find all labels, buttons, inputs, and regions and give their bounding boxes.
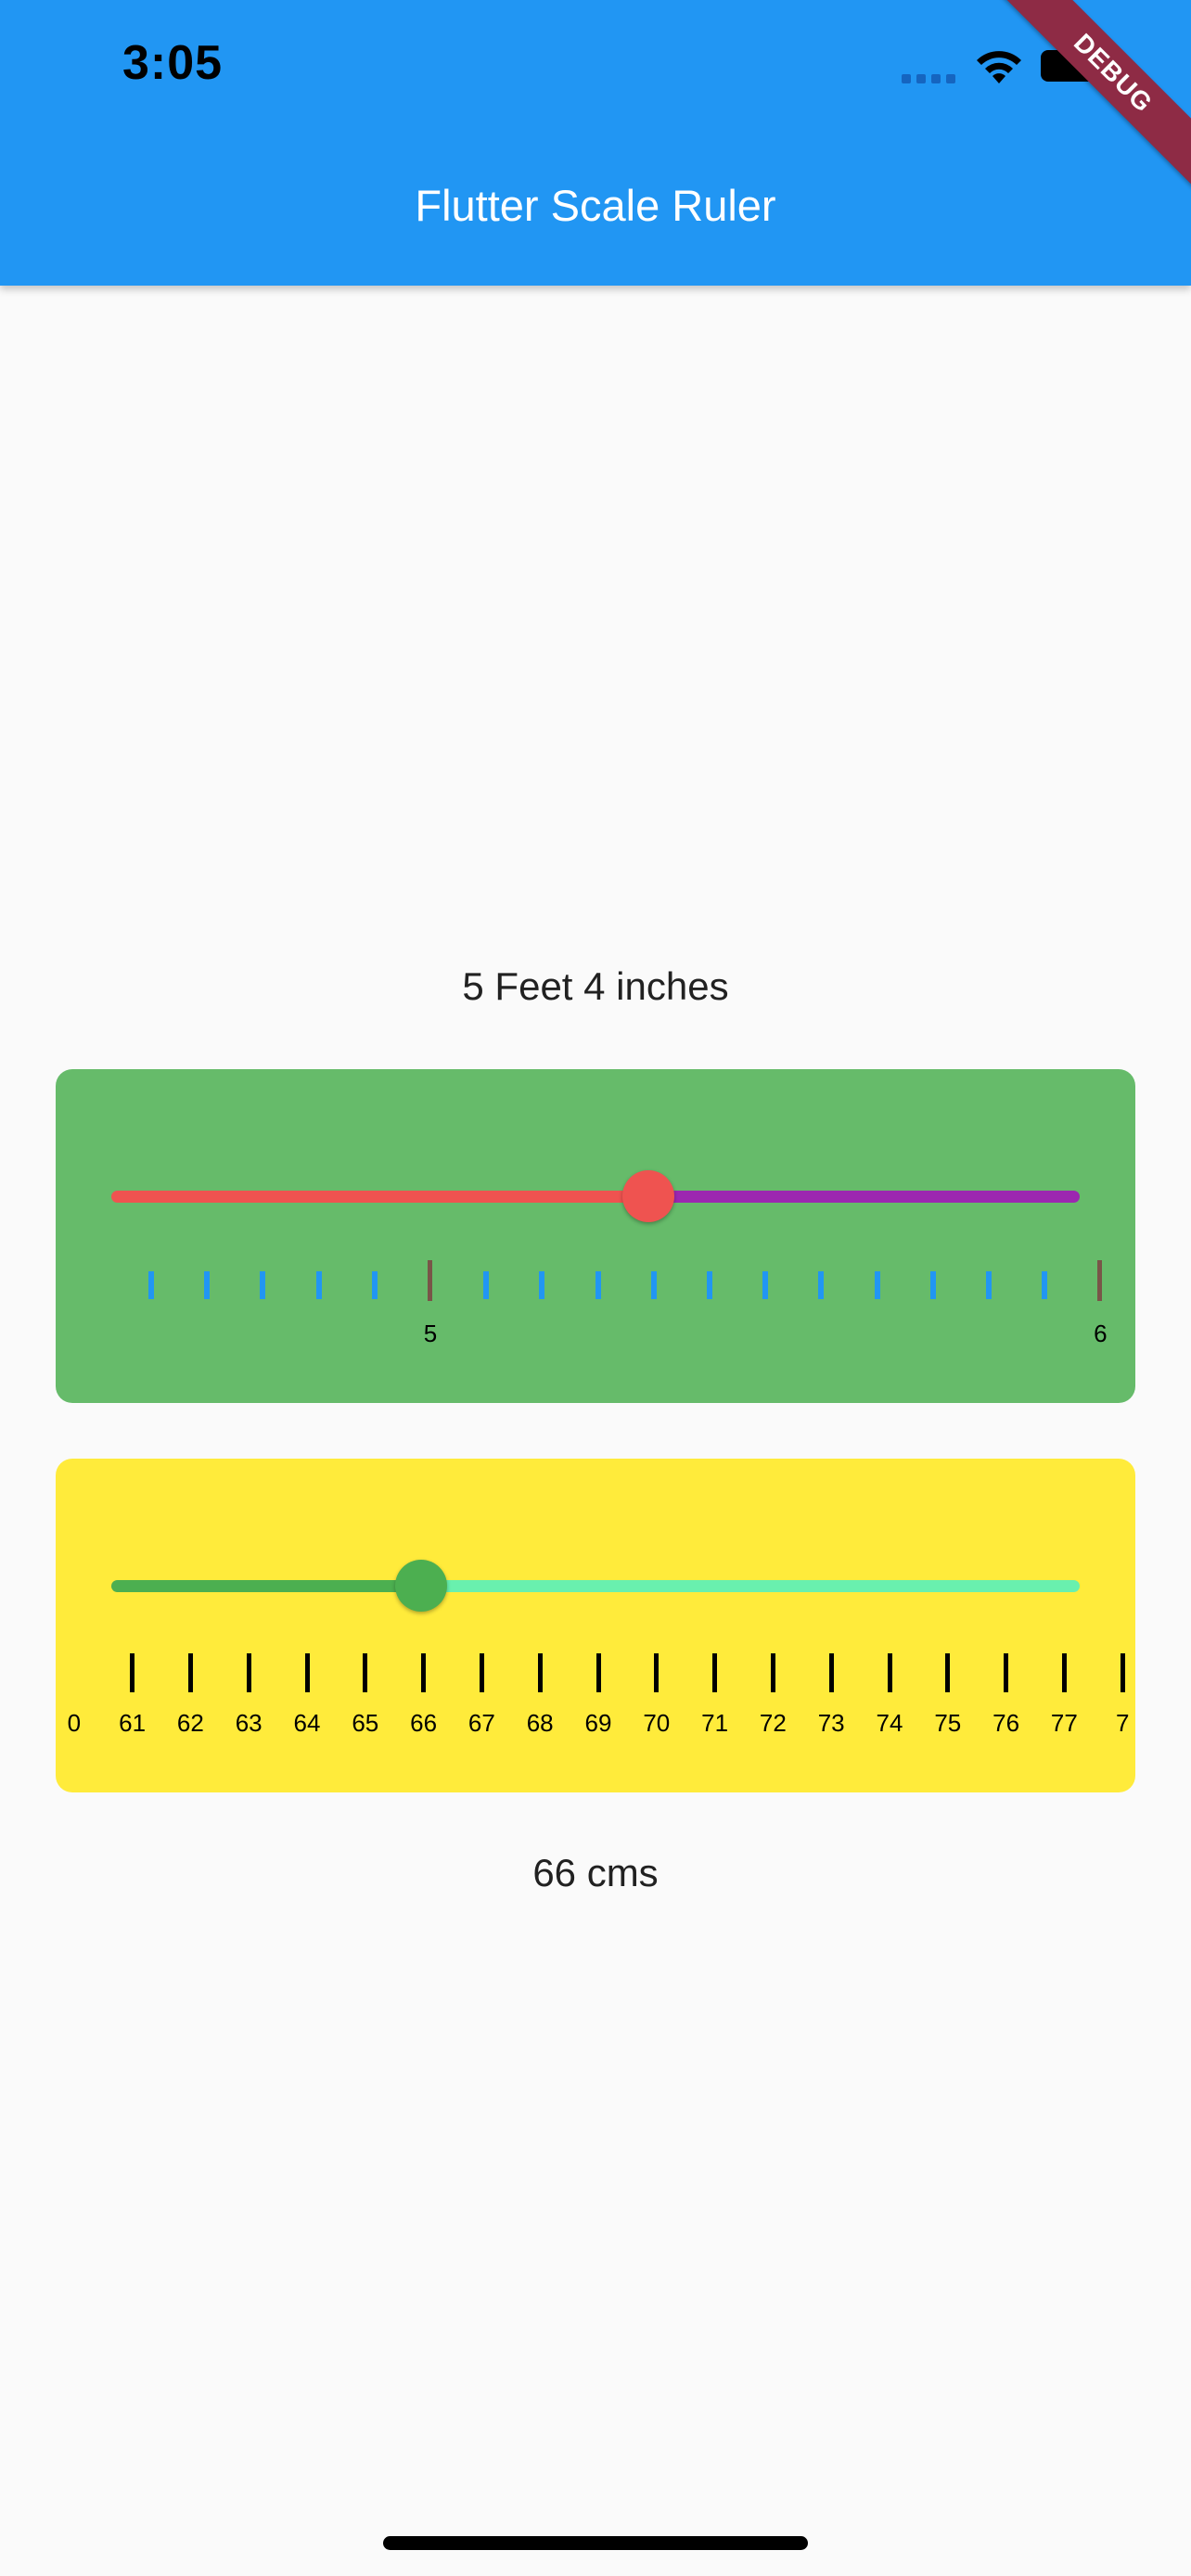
cellular-signal-icon — [902, 74, 957, 83]
ruler-tick-label: 71 — [701, 1709, 729, 1737]
ruler-minor-tick — [539, 1271, 545, 1299]
ruler-tick — [479, 1653, 484, 1692]
ruler-minor-tick — [1042, 1271, 1048, 1299]
ruler-tick — [246, 1653, 251, 1692]
debug-banner: DEBUG — [985, 0, 1191, 201]
ruler-tick-label: 66 — [410, 1709, 438, 1737]
ruler-tick-label: 76 — [992, 1709, 1020, 1737]
ruler-minor-tick — [204, 1271, 211, 1299]
ruler-tick-label: 77 — [1050, 1709, 1078, 1737]
ruler-tick — [887, 1653, 892, 1692]
ruler-tick — [828, 1653, 834, 1692]
cm-slider-thumb[interactable] — [395, 1560, 448, 1612]
ruler-major-tick — [428, 1260, 432, 1301]
ruler-tick — [712, 1653, 718, 1692]
ruler-tick — [770, 1653, 775, 1692]
ruler-tick-label: 73 — [817, 1709, 845, 1737]
ruler-minor-tick — [818, 1271, 825, 1299]
ruler-tick — [130, 1653, 135, 1692]
ruler-tick-label: 64 — [293, 1709, 321, 1737]
ruler-minor-tick — [874, 1271, 880, 1299]
ruler-tick-label: 68 — [526, 1709, 554, 1737]
ruler-tick-label: 69 — [584, 1709, 612, 1737]
ruler-minor-tick — [762, 1271, 769, 1299]
home-indicator — [383, 2536, 808, 2550]
ruler-tick-label: 63 — [235, 1709, 263, 1737]
ruler-tick — [1120, 1653, 1125, 1692]
ruler-tick — [537, 1653, 543, 1692]
ruler-tick-label: 65 — [352, 1709, 379, 1737]
ruler-tick — [421, 1653, 427, 1692]
ruler-minor-tick — [148, 1271, 154, 1299]
ruler-tick — [654, 1653, 660, 1692]
ruler-tick-label: 70 — [643, 1709, 671, 1737]
ruler-tick — [945, 1653, 951, 1692]
ruler-minor-tick — [595, 1271, 601, 1299]
cm-readout: 66 cms — [532, 1851, 659, 1894]
status-time: 3:05 — [122, 36, 224, 90]
ruler-tick — [187, 1653, 193, 1692]
ruler-tick-label: 75 — [934, 1709, 962, 1737]
ruler-major-tick — [1097, 1260, 1103, 1301]
ruler-tick-label: 67 — [467, 1709, 495, 1737]
ruler-minor-tick — [986, 1271, 992, 1299]
cm-slider-inactive-track[interactable] — [421, 1580, 1080, 1592]
cm-slider-active-track[interactable] — [111, 1580, 422, 1592]
ruler-tick-label: 74 — [876, 1709, 903, 1737]
feet-readout: 5 Feet 4 inches — [462, 964, 729, 1008]
ruler-minor-tick — [707, 1271, 712, 1299]
feet-slider-thumb[interactable] — [622, 1170, 675, 1222]
ruler-tick-label: 72 — [759, 1709, 787, 1737]
ruler-minor-tick — [483, 1271, 490, 1299]
ruler-minor-tick — [371, 1271, 378, 1299]
ruler-tick — [596, 1653, 601, 1692]
ruler-minor-tick — [929, 1271, 936, 1299]
ruler-tick-label: 5 — [423, 1320, 438, 1347]
ruler-tick-label: 61 — [119, 1709, 147, 1737]
app-bar: 3:05 Flutter Scale Ruler DEBUG — [0, 0, 1191, 286]
ruler-tick — [1061, 1653, 1067, 1692]
cm-ruler-card: 0 61 62 63 64 65 66 67 68 69 70 71 72 73 74 75 76 77 7 — [56, 1459, 1135, 1792]
ruler-tick — [304, 1653, 310, 1692]
ruler-tick-label: 6 — [1094, 1320, 1108, 1347]
ruler-tick-label: 0 — [67, 1709, 82, 1737]
ruler-tick — [363, 1653, 368, 1692]
feet-slider-inactive-track[interactable] — [648, 1191, 1080, 1203]
ruler-tick-label: 7 — [1115, 1709, 1130, 1737]
feet-ruler-card: 56 — [56, 1069, 1135, 1403]
ruler-tick — [1004, 1653, 1009, 1692]
feet-slider-active-track[interactable] — [111, 1191, 649, 1203]
ruler-minor-tick — [650, 1271, 657, 1299]
ruler-minor-tick — [260, 1271, 266, 1299]
app-title: Flutter Scale Ruler — [415, 181, 776, 230]
wifi-icon — [977, 51, 1021, 83]
ruler-minor-tick — [315, 1271, 322, 1299]
ruler-tick-label: 62 — [176, 1709, 204, 1737]
